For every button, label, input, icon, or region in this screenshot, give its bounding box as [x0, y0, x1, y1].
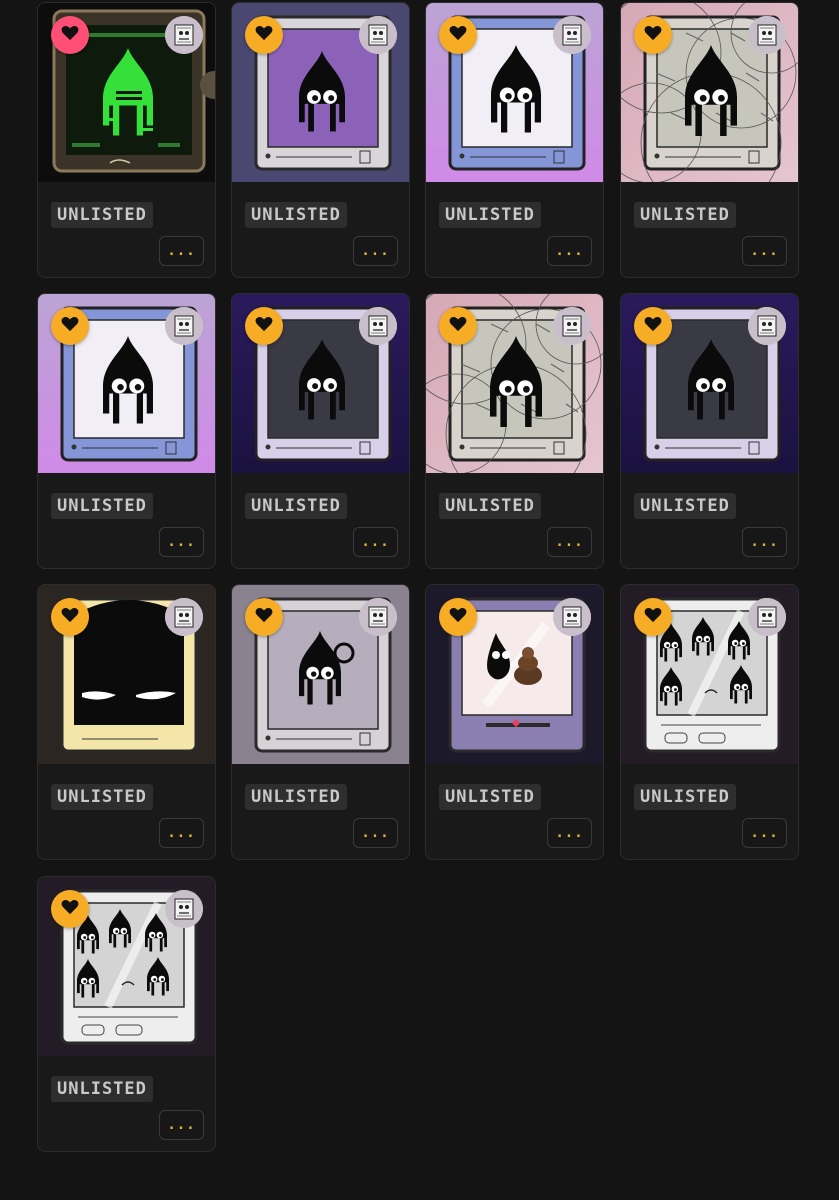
like-button[interactable]	[245, 598, 283, 636]
heart-icon	[644, 607, 662, 627]
more-options-button[interactable]: ...	[742, 527, 787, 557]
heart-icon	[255, 316, 273, 336]
listing-status-badge: UNLISTED	[245, 202, 347, 228]
nft-card[interactable]: UNLISTED...	[620, 584, 799, 860]
listing-status-badge: UNLISTED	[439, 784, 541, 810]
nft-card[interactable]: UNLISTED...	[425, 2, 604, 278]
listing-status-badge: UNLISTED	[51, 1076, 153, 1102]
heart-icon	[644, 25, 662, 45]
nft-card[interactable]: UNLISTED...	[37, 584, 216, 860]
heart-icon	[61, 607, 79, 627]
more-options-button[interactable]: ...	[353, 527, 398, 557]
like-button[interactable]	[439, 307, 477, 345]
listing-status-badge: UNLISTED	[245, 493, 347, 519]
more-options-button[interactable]: ...	[159, 527, 204, 557]
heart-icon	[255, 607, 273, 627]
more-options-button[interactable]: ...	[159, 1110, 204, 1140]
nft-card[interactable]: UNLISTED...	[37, 293, 216, 569]
nft-card[interactable]: UNLISTED...	[231, 293, 410, 569]
more-options-button[interactable]: ...	[353, 818, 398, 848]
nft-card[interactable]: UNLISTED...	[620, 2, 799, 278]
creator-avatar[interactable]	[165, 890, 203, 928]
nft-card[interactable]: UNLISTED...	[37, 2, 216, 278]
more-options-button[interactable]: ...	[742, 818, 787, 848]
listing-status-badge: UNLISTED	[51, 202, 153, 228]
like-button[interactable]	[634, 307, 672, 345]
like-button[interactable]	[634, 598, 672, 636]
heart-icon	[255, 25, 273, 45]
heart-icon	[449, 607, 467, 627]
listing-status-badge: UNLISTED	[634, 202, 736, 228]
nft-card[interactable]: UNLISTED...	[425, 584, 604, 860]
like-button[interactable]	[245, 307, 283, 345]
more-options-button[interactable]: ...	[547, 818, 592, 848]
listing-status-badge: UNLISTED	[439, 493, 541, 519]
creator-avatar[interactable]	[553, 598, 591, 636]
creator-avatar[interactable]	[359, 16, 397, 54]
creator-avatar[interactable]	[165, 307, 203, 345]
more-options-button[interactable]: ...	[159, 236, 204, 266]
creator-avatar[interactable]	[553, 16, 591, 54]
nft-card[interactable]: UNLISTED...	[231, 2, 410, 278]
heart-icon	[61, 25, 79, 45]
nft-card[interactable]: UNLISTED...	[37, 876, 216, 1152]
creator-avatar[interactable]	[165, 598, 203, 636]
heart-icon	[61, 899, 79, 919]
listing-status-badge: UNLISTED	[634, 784, 736, 810]
heart-icon	[61, 316, 79, 336]
creator-avatar[interactable]	[359, 307, 397, 345]
listing-status-badge: UNLISTED	[51, 784, 153, 810]
heart-icon	[449, 316, 467, 336]
creator-avatar[interactable]	[359, 598, 397, 636]
listing-status-badge: UNLISTED	[634, 493, 736, 519]
nft-card[interactable]: UNLISTED...	[620, 293, 799, 569]
listing-status-badge: UNLISTED	[439, 202, 541, 228]
like-button[interactable]	[245, 16, 283, 54]
nft-card[interactable]: UNLISTED...	[425, 293, 604, 569]
listing-status-badge: UNLISTED	[51, 493, 153, 519]
more-options-button[interactable]: ...	[547, 527, 592, 557]
creator-avatar[interactable]	[748, 16, 786, 54]
creator-avatar[interactable]	[553, 307, 591, 345]
like-button[interactable]	[51, 307, 89, 345]
like-button[interactable]	[439, 598, 477, 636]
more-options-button[interactable]: ...	[159, 818, 204, 848]
creator-avatar[interactable]	[748, 598, 786, 636]
like-button[interactable]	[634, 16, 672, 54]
nft-card[interactable]: UNLISTED...	[231, 584, 410, 860]
more-options-button[interactable]: ...	[353, 236, 398, 266]
creator-avatar[interactable]	[748, 307, 786, 345]
like-button[interactable]	[51, 890, 89, 928]
more-options-button[interactable]: ...	[547, 236, 592, 266]
like-button[interactable]	[51, 16, 89, 54]
more-options-button[interactable]: ...	[742, 236, 787, 266]
listing-status-badge: UNLISTED	[245, 784, 347, 810]
heart-icon	[644, 316, 662, 336]
creator-avatar[interactable]	[165, 16, 203, 54]
heart-icon	[449, 25, 467, 45]
like-button[interactable]	[51, 598, 89, 636]
like-button[interactable]	[439, 16, 477, 54]
